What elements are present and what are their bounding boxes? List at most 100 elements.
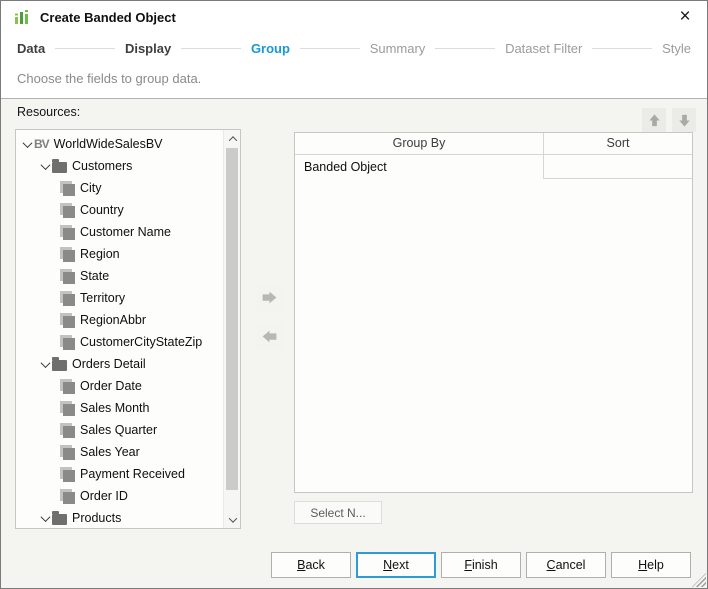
step-description: Choose the fields to group data. [17,71,202,86]
field-icon [60,488,75,504]
tree-item-label: Customers [72,159,133,173]
tree-item-label: RegionAbbr [80,313,147,327]
tree-item-label: Territory [80,291,126,305]
scroll-up-icon[interactable] [224,130,240,147]
business-view-icon: BV [34,137,50,151]
tree-item-label: WorldWideSalesBV [53,137,163,151]
tree-scrollbar[interactable] [223,130,240,528]
field-icon [60,224,75,240]
tree-item-products[interactable]: Products [16,507,223,528]
tree-item-label: Products [72,511,122,525]
next-button[interactable]: Next [356,552,436,578]
tree-item-sales-year[interactable]: Sales Year [16,441,223,463]
scroll-down-icon[interactable] [224,511,240,528]
column-header-sort: Sort [606,136,630,150]
chevron-down-icon[interactable] [38,511,52,525]
app-logo-icon [15,10,28,24]
tree-item-country[interactable]: Country [16,199,223,221]
add-field-button[interactable] [256,284,283,311]
step-connector-line [299,47,360,49]
field-icon [60,378,75,394]
move-down-button[interactable] [672,108,696,132]
group-by-cell[interactable]: Banded Object [295,155,544,179]
tree-item-city[interactable]: City [16,177,223,199]
field-icon [60,466,75,482]
tree-item-label: Customer Name [80,225,171,239]
step-data[interactable]: Data [17,41,45,56]
step-style[interactable]: Style [662,41,691,56]
left-arrow-icon [262,330,277,343]
tree-item-label: Region [80,247,120,261]
cancel-button[interactable]: Cancel [526,552,606,578]
tree-item-worldwidesalesbv[interactable]: BV WorldWideSalesBV [16,133,223,155]
step-group[interactable]: Group [251,41,290,56]
field-icon [60,290,75,306]
tree-item-label: Sales Month [80,401,150,415]
tree-item-label: Payment Received [80,467,185,481]
tree-item-label: Sales Year [80,445,140,459]
tree-item-territory[interactable]: Territory [16,287,223,309]
field-icon [60,444,75,460]
step-connector-line [435,47,496,49]
step-connector-line [592,47,653,49]
scrollbar-thumb[interactable] [226,148,238,490]
field-icon [60,400,75,416]
resources-label: Resources: [17,105,81,119]
step-summary[interactable]: Summary [370,41,426,56]
tree-item-label: Order ID [80,489,128,503]
step-display[interactable]: Display [125,41,171,56]
tree-item-regionabbr[interactable]: RegionAbbr [16,309,223,331]
tree-item-label: City [80,181,102,195]
titlebar: Create Banded Object × [1,1,707,33]
chevron-down-icon[interactable] [38,159,52,173]
tree-item-customercitystatezip[interactable]: CustomerCityStateZip [16,331,223,353]
step-connector-line [181,47,241,49]
tree-item-label: State [80,269,110,283]
tree-item-orders-detail[interactable]: Orders Detail [16,353,223,375]
down-arrow-icon [678,114,690,127]
tree-item-customer-name[interactable]: Customer Name [16,221,223,243]
remove-field-button[interactable] [256,323,283,350]
field-icon [60,312,75,328]
folder-icon [52,511,67,525]
resources-tree-panel: BV WorldWideSalesBV Customers City Country Cu… [15,129,241,529]
folder-icon [52,159,67,173]
tree-item-label: CustomerCityStateZip [80,335,203,349]
tree-item-payment-received[interactable]: Payment Received [16,463,223,485]
right-arrow-icon [262,291,277,304]
resources-tree: BV WorldWideSalesBV Customers City Country Cu… [16,133,223,528]
finish-button[interactable]: Finish [441,552,521,578]
step-connector-line [55,47,115,49]
help-button[interactable]: Help [611,552,691,578]
field-icon [60,246,75,262]
tree-item-state[interactable]: State [16,265,223,287]
field-icon [60,334,75,350]
tree-item-region[interactable]: Region [16,243,223,265]
move-up-button[interactable] [642,108,666,132]
folder-icon [52,357,67,371]
tree-item-customers[interactable]: Customers [16,155,223,177]
chevron-down-icon[interactable] [38,357,52,371]
back-button[interactable]: Back [271,552,351,578]
table-row[interactable]: Banded Object [295,155,692,179]
tree-item-sales-month[interactable]: Sales Month [16,397,223,419]
tree-item-label: Sales Quarter [80,423,158,437]
column-header-group-by: Group By [295,133,544,154]
select-n-button[interactable]: Select N... [294,501,382,524]
field-icon [60,268,75,284]
close-icon[interactable]: × [671,4,699,30]
sort-cell[interactable] [544,155,692,179]
field-icon [60,202,75,218]
dialog-title: Create Banded Object [40,9,176,25]
chevron-down-icon[interactable] [20,137,34,151]
wizard-steps: Data Display Group Summary Dataset Filter Sty… [1,33,707,63]
tree-item-label: Country [80,203,124,217]
step-dataset-filter[interactable]: Dataset Filter [505,41,582,56]
tree-item-sales-quarter[interactable]: Sales Quarter [16,419,223,441]
tree-item-order-id[interactable]: Order ID [16,485,223,507]
table-header: Group By Sort [295,133,692,155]
create-banded-object-dialog: Create Banded Object × Data Display Group S… [0,0,708,589]
up-arrow-icon [648,113,660,126]
tree-item-order-date[interactable]: Order Date [16,375,223,397]
field-icon [60,422,75,438]
